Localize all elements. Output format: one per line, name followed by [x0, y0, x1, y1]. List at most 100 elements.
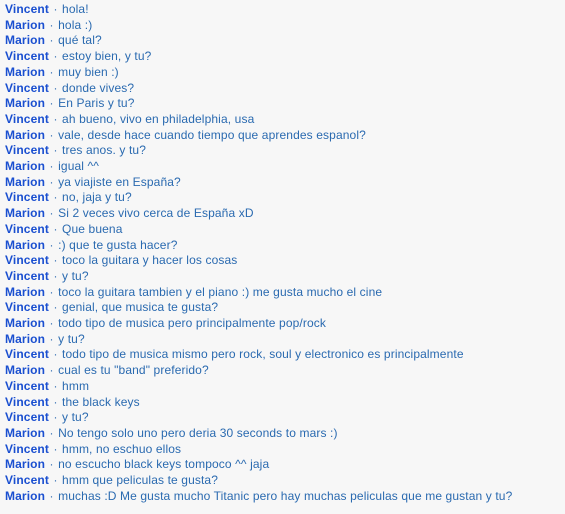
message-text: ya viajiste en España? [58, 174, 181, 189]
chat-message: Vincent · toco la guitara y hacer los co… [5, 253, 565, 269]
chat-message: Marion · hola :) [5, 18, 565, 34]
chat-message: Vincent · the black keys [5, 395, 565, 411]
message-separator-dot: · [53, 80, 58, 95]
message-speaker: Marion [5, 174, 46, 189]
message-speaker: Marion [5, 33, 46, 48]
message-speaker: Marion [5, 284, 46, 299]
message-speaker: Marion [5, 17, 46, 32]
message-speaker: Vincent [5, 49, 49, 64]
chat-message: Marion · muy bien :) [5, 65, 565, 81]
message-separator-dot: · [53, 268, 58, 283]
message-speaker: Marion [5, 96, 46, 111]
message-speaker: Vincent [5, 300, 49, 315]
message-separator-dot: · [53, 394, 58, 409]
message-text: igual ^^ [58, 159, 100, 174]
chat-message: Vincent · genial, que musica te gusta? [5, 300, 565, 316]
message-text: ah bueno, vivo en philadelphia, usa [62, 111, 255, 126]
message-text: cual es tu "band" preferido? [58, 363, 209, 378]
message-separator-dot: · [53, 473, 58, 488]
message-text: y tu? [58, 331, 85, 346]
chat-transcript: Vincent · hola! Marion · hola :) Marion · … [0, 0, 565, 505]
message-speaker: Vincent [5, 221, 49, 236]
chat-message: Vincent · donde vives? [5, 81, 565, 97]
message-text: :) que te gusta hacer? [58, 237, 178, 252]
message-speaker: Vincent [5, 253, 49, 268]
chat-message: Vincent · ah bueno, vivo en philadelphia… [5, 112, 565, 128]
message-separator-dot: · [49, 316, 54, 331]
message-separator-dot: · [53, 221, 58, 236]
message-separator-dot: · [53, 253, 58, 268]
chat-message: Marion · Si 2 veces vivo cerca de España… [5, 206, 565, 222]
message-text: No tengo solo uno pero deria 30 seconds … [58, 425, 338, 440]
chat-message: Vincent · estoy bien, y tu? [5, 49, 565, 65]
chat-message: Marion · igual ^^ [5, 159, 565, 175]
message-text: muchas :D Me gusta mucho Titanic pero ha… [58, 488, 513, 503]
message-text: hola :) [58, 17, 93, 32]
message-text: donde vives? [62, 80, 135, 95]
chat-message: Vincent · no, jaja y tu? [5, 190, 565, 206]
message-speaker: Vincent [5, 268, 49, 283]
message-separator-dot: · [49, 127, 54, 142]
chat-message: Marion · :) que te gusta hacer? [5, 238, 565, 254]
message-text: En Paris y tu? [58, 96, 135, 111]
message-separator-dot: · [53, 410, 58, 425]
message-text: Si 2 veces vivo cerca de España xD [58, 206, 254, 221]
message-separator-dot: · [53, 111, 58, 126]
message-speaker: Marion [5, 457, 46, 472]
message-speaker: Vincent [5, 111, 49, 126]
message-separator-dot: · [53, 347, 58, 362]
message-text: y tu? [62, 268, 89, 283]
message-separator-dot: · [53, 378, 58, 393]
message-separator-dot: · [49, 425, 54, 440]
chat-message: Vincent · y tu? [5, 410, 565, 426]
message-separator-dot: · [49, 363, 54, 378]
chat-message: Marion · No tengo solo uno pero deria 30… [5, 426, 565, 442]
chat-message: Vincent · tres anos. y tu? [5, 143, 565, 159]
chat-message: Marion · cual es tu "band" preferido? [5, 363, 565, 379]
message-separator-dot: · [49, 206, 54, 221]
chat-message: Marion · y tu? [5, 332, 565, 348]
message-speaker: Vincent [5, 2, 49, 16]
message-text: qué tal? [58, 33, 102, 48]
chat-message: Marion · En Paris y tu? [5, 96, 565, 112]
message-speaker: Vincent [5, 190, 49, 205]
message-separator-dot: · [53, 441, 58, 456]
message-speaker: Vincent [5, 378, 49, 393]
chat-message: Marion · toco la guitara tambien y el pi… [5, 285, 565, 301]
message-speaker: Marion [5, 425, 46, 440]
chat-message: Vincent · y tu? [5, 269, 565, 285]
message-separator-dot: · [49, 331, 54, 346]
message-text: muy bien :) [58, 64, 119, 79]
message-separator-dot: · [53, 143, 58, 158]
message-text: no escucho black keys tompoco ^^ jaja [58, 457, 270, 472]
message-separator-dot: · [49, 33, 54, 48]
message-text: vale, desde hace cuando tiempo que apren… [58, 127, 366, 142]
message-separator-dot: · [49, 174, 54, 189]
message-text: genial, que musica te gusta? [62, 300, 219, 315]
message-text: the black keys [62, 394, 140, 409]
message-separator-dot: · [49, 488, 54, 503]
message-speaker: Marion [5, 237, 46, 252]
message-speaker: Marion [5, 159, 46, 174]
chat-message: Marion · no escucho black keys tompoco ^… [5, 457, 565, 473]
message-separator-dot: · [49, 159, 54, 174]
message-speaker: Vincent [5, 80, 49, 95]
message-text: todo tipo de musica mismo pero rock, sou… [62, 347, 464, 362]
message-separator-dot: · [49, 284, 54, 299]
message-separator-dot: · [49, 64, 54, 79]
message-speaker: Marion [5, 331, 46, 346]
message-text: toco la guitara tambien y el piano :) me… [58, 284, 383, 299]
message-text: y tu? [62, 410, 89, 425]
message-speaker: Marion [5, 488, 46, 503]
message-text: hmm [62, 378, 90, 393]
message-speaker: Marion [5, 316, 46, 331]
message-separator-dot: · [53, 2, 58, 16]
chat-message: Vincent · hmm que peliculas te gusta? [5, 473, 565, 489]
message-separator-dot: · [53, 300, 58, 315]
message-text: Que buena [62, 221, 123, 236]
message-text: no, jaja y tu? [62, 190, 132, 205]
chat-message: Vincent · Que buena [5, 222, 565, 238]
chat-message: Marion · muchas :D Me gusta mucho Titani… [5, 489, 565, 505]
chat-message: Marion · vale, desde hace cuando tiempo … [5, 128, 565, 144]
chat-message: Vincent · todo tipo de musica mismo pero… [5, 347, 565, 363]
